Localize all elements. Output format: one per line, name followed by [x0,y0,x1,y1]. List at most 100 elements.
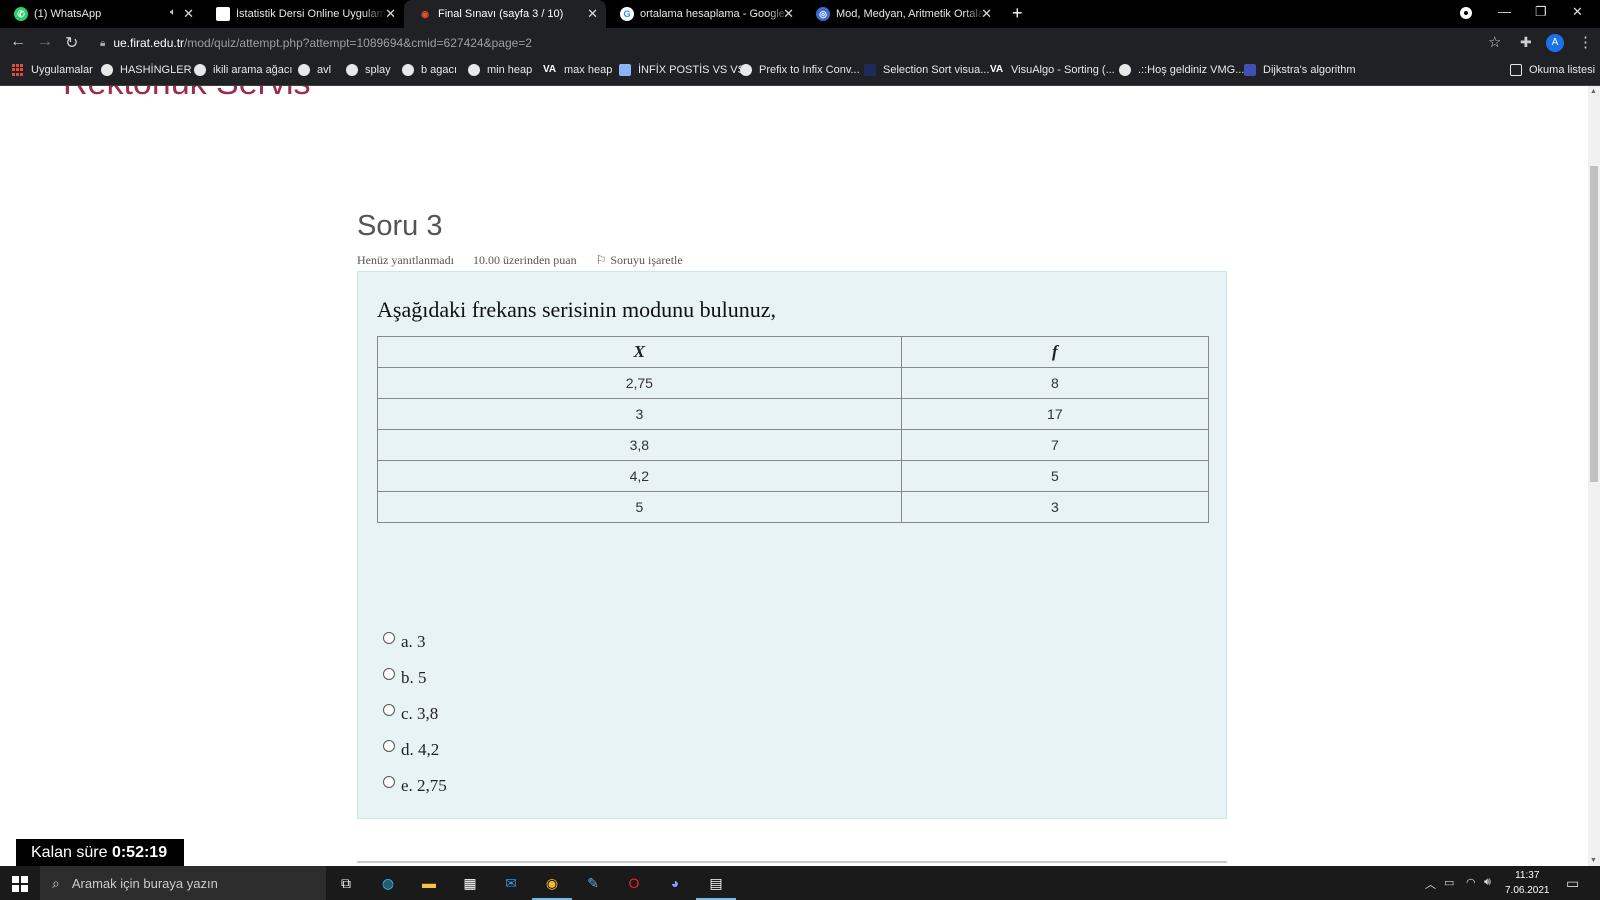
bookmark-item[interactable]: ikili arama ağacı [194,64,292,76]
bookmark-item[interactable]: Dijkstra's algorithm [1244,64,1356,76]
bookmark-label: max heap [564,64,613,76]
answer-option-e[interactable]: e. 2,75 [383,776,447,796]
back-icon[interactable]: ← [10,33,26,51]
speaker-icon[interactable]: 🔈︎ [170,7,176,18]
answer-option-d[interactable]: d. 4,2 [383,740,439,760]
timer-label: Kalan süre [31,844,108,861]
question-box: Aşağıdaki frekans serisinin modunu bulun… [357,271,1227,819]
table-row: 3 17 [377,398,1210,430]
site-title[interactable]: Rektörlük Servis [63,86,311,103]
reading-list[interactable]: Okuma listesi [1510,64,1595,76]
app-icon[interactable]: ✎ [582,872,604,894]
option-label: e. 2,75 [401,776,447,795]
windows-start-icon[interactable] [12,876,28,892]
radio-button[interactable] [383,704,395,716]
menu-icon[interactable]: ⋮ [1578,33,1593,51]
frequency-table: X f 2,75 8 3 17 3,8 7 4,2 5 53 [377,336,1210,523]
bookmark-item[interactable]: min heap [468,64,532,76]
bookmark-star-icon[interactable]: ☆ [1488,33,1501,51]
close-icon[interactable]: ✕ [183,6,194,22]
opera-icon[interactable]: O [623,872,645,894]
globe-icon [298,64,310,76]
battery-icon[interactable]: ▭ [1444,876,1454,889]
tab-istatistik[interactable]: İstatistik Dersi Online Uygulama | ✕ [202,0,404,28]
tab-final-sinavi[interactable]: ◉ Final Sınavı (sayfa 3 / 10) ✕ [404,0,606,28]
bookmark-label: splay [365,64,391,76]
answer-option-a[interactable]: a. 3 [383,632,426,652]
task-view-icon[interactable]: ⧉ [335,872,357,894]
new-tab-button[interactable]: + [1012,3,1023,24]
bookmark-item[interactable]: b agacı [402,64,457,76]
page-content: Rektörlük Servis Soru 3 Henüz yanıtlanma… [0,86,1588,866]
table-cell: 5 [377,491,902,523]
bookmark-label: ikili arama ağacı [213,64,293,76]
close-icon[interactable]: ✕ [981,6,992,22]
discord-icon[interactable]: ◕ [664,872,686,894]
visualgo-icon: VA [543,64,557,75]
globe-icon [194,64,206,76]
restore-icon[interactable]: ❐ [1535,4,1547,20]
volume-icon[interactable]: 🔊︎ [1484,876,1491,889]
window-close-icon[interactable]: ✕ [1572,4,1583,20]
tab-whatsapp[interactable]: ✆ (1) WhatsApp 🔈︎ ✕ [0,0,202,28]
close-icon[interactable]: ✕ [783,6,794,22]
bookmark-apps[interactable]: Uygulamalar [12,64,93,76]
bookmark-item[interactable]: VA VisuAlgo - Sorting (... [990,64,1115,76]
mail-icon[interactable]: ✉ [500,872,522,894]
bookmark-item[interactable]: Selection Sort visua... [864,64,989,76]
section-divider [357,861,1227,863]
bookmark-item[interactable]: Prefix to Infix Conv... [740,64,860,76]
close-icon[interactable]: ✕ [385,6,396,22]
table-cell: 8 [900,367,1210,399]
moodle-icon: ◉ [421,8,429,19]
store-icon[interactable]: ▦ [459,872,481,894]
taskbar-search[interactable]: ⌕ Aramak için buraya yazın [40,866,326,900]
tray-chevron-icon[interactable]: ︿ [1425,876,1436,892]
profile-avatar[interactable]: A [1546,34,1564,52]
whatsapp-icon: ✆ [14,7,28,21]
globe-icon [101,64,113,76]
search-placeholder: Aramak için buraya yazın [71,875,218,891]
bookmark-item[interactable]: HASHİNGLER [101,64,192,76]
close-icon[interactable]: ✕ [587,6,598,22]
edge-icon[interactable]: ◍ [377,872,399,894]
tab-mod-medyan[interactable]: ◎ Mod, Medyan, Aritmetik Ortalam ✕ [802,0,1000,28]
bookmark-label: Prefix to Infix Conv... [759,64,860,76]
tab-google[interactable]: G ortalama hesaplama - Google'da ✕ [606,0,802,28]
scrollbar-thumb[interactable] [1590,166,1598,482]
radio-button[interactable] [383,740,395,752]
reload-icon[interactable]: ↻ [65,33,78,53]
bookmark-item[interactable]: .::Hoş geldiniz VMG... [1119,64,1244,76]
radio-button[interactable] [383,776,395,788]
bookmark-item[interactable]: VA max heap [543,64,612,76]
extensions-icon[interactable]: ✚ [1520,34,1532,51]
timer-value: 0:52:19 [111,844,168,861]
scroll-up-icon[interactable]: ▲ [1590,88,1597,95]
scroll-down-icon[interactable]: ▼ [1590,857,1597,864]
answer-option-c[interactable]: c. 3,8 [383,704,438,724]
table-cell: 3 [900,491,1210,523]
forward-icon[interactable]: → [37,33,53,51]
windows-taskbar: ⌕ Aramak için buraya yazın ⧉ ◍ ▬ ▦ ✉ ◉ ✎… [0,866,1600,900]
notification-icon[interactable]: ▭ [1566,875,1579,892]
bookmark-item[interactable]: splay [346,64,391,76]
address-bar[interactable]: 🔒︎ ue.firat.edu.tr /mod/quiz/attempt.php… [90,31,1490,55]
vertical-scrollbar[interactable]: ▲ ▼ [1588,86,1600,866]
answer-option-b[interactable]: b. 5 [383,668,427,688]
search-icon: ⌕ [52,874,60,891]
record-icon[interactable] [1460,7,1472,19]
flag-question-link[interactable]: ⚐ Soruyu işaretle [596,253,699,267]
bookmark-label: İNFİX POSTİS VS VS [638,64,745,76]
bookmark-item[interactable]: İNFİX POSTİS VS VS [619,64,745,76]
bookmark-item[interactable]: avl [298,64,331,76]
table-header-row: X f [377,336,1210,368]
lock-icon[interactable]: 🔒︎ [100,38,105,49]
radio-button[interactable] [383,668,395,680]
chrome-icon[interactable]: ◉ [532,872,572,900]
taskbar-clock[interactable]: 11:37 7.06.2021 [1505,868,1550,898]
minimize-icon[interactable]: — [1498,4,1511,19]
radio-button[interactable] [383,632,395,644]
file-explorer-icon[interactable]: ▬ [418,872,440,894]
calculator-icon[interactable]: ▤ [696,872,736,900]
wifi-icon[interactable]: ◠ [1466,876,1476,889]
